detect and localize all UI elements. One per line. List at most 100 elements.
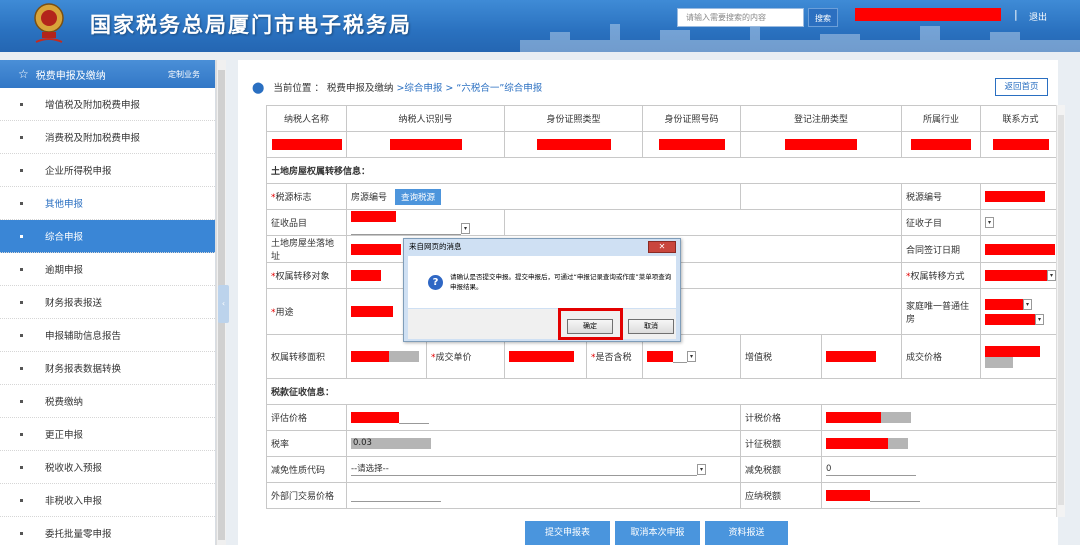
col-industry: 所属行业 bbox=[901, 105, 982, 132]
sidebar-item-batch-zero[interactable]: 委托批量零申报 bbox=[0, 517, 215, 545]
row-external-price: 外部门交易价格 应纳税额 bbox=[266, 482, 1060, 509]
collection-subitem-select[interactable]: ▾ bbox=[985, 217, 995, 228]
label-family-unique-house: 家庭唯一普通住房 bbox=[901, 288, 982, 335]
breadcrumb: ⬤ 当前位置 ： 税费申报及缴纳 >综合申报 > “六税合一”综合申报 bbox=[252, 80, 542, 94]
label-exemption-amount: 减免税额 bbox=[740, 456, 823, 483]
query-tax-source-button[interactable]: 查询税源 bbox=[395, 188, 442, 205]
exemption-amount-input[interactable]: 0 bbox=[826, 463, 917, 476]
transfer-area-input[interactable] bbox=[351, 351, 389, 362]
label-assessed-price: 评估价格 bbox=[266, 404, 347, 431]
redacted-value bbox=[389, 139, 462, 150]
top-header: 国家税务总局厦门市电子税务局 请输入需要搜索的内容 搜索 | 退出 bbox=[0, 0, 1080, 52]
sidebar-item-non-tax[interactable]: 非税收入申报 bbox=[0, 484, 215, 517]
sidebar-item-tax-payment[interactable]: 税费缴纳 bbox=[0, 385, 215, 418]
label-transfer-object: 权属转移对象 bbox=[275, 272, 330, 282]
logout-link[interactable]: 退出 bbox=[1029, 10, 1047, 23]
search-button[interactable]: 搜索 bbox=[808, 8, 838, 27]
bullet-icon bbox=[20, 432, 23, 436]
header-separator: | bbox=[1014, 8, 1018, 21]
tax-included-select[interactable] bbox=[647, 351, 674, 362]
sidebar-item-label: 企业所得税申报 bbox=[45, 166, 112, 177]
submit-declaration-button[interactable]: 提交申报表 bbox=[525, 521, 610, 545]
label-deal-price: 成交价格 bbox=[901, 334, 982, 379]
redacted-value bbox=[389, 351, 419, 362]
sidebar-item-label: 综合申报 bbox=[45, 232, 84, 243]
sidebar-item-consumption-tax[interactable]: 消费税及附加税费申报 bbox=[0, 121, 215, 154]
external-price-input[interactable] bbox=[351, 489, 441, 502]
transfer-method-select[interactable] bbox=[985, 270, 1048, 281]
sidebar-header[interactable]: ☆ 税费申报及缴纳 定制业务 bbox=[0, 60, 215, 88]
dropdown-arrow-icon[interactable]: ▾ bbox=[687, 351, 697, 362]
form-scrollbar[interactable] bbox=[1056, 105, 1065, 517]
col-id-type: 身份证照类型 bbox=[504, 105, 644, 132]
label-external-price: 外部门交易价格 bbox=[266, 482, 347, 509]
bullet-icon bbox=[20, 300, 23, 304]
deal-price-input[interactable] bbox=[985, 345, 1041, 357]
dialog-cancel-button[interactable]: 取消 bbox=[628, 319, 674, 334]
exemption-code-select[interactable]: --请选择-- bbox=[351, 463, 697, 476]
sidebar-item-comprehensive[interactable]: 综合申报 bbox=[0, 220, 215, 253]
sidebar-item-auxiliary-info[interactable]: 申报辅助信息报告 bbox=[0, 319, 215, 352]
search-input[interactable]: 请输入需要搜索的内容 bbox=[677, 8, 804, 27]
close-icon[interactable]: ✕ bbox=[648, 241, 676, 253]
assessed-price-input[interactable] bbox=[351, 412, 399, 423]
question-icon: ? bbox=[428, 275, 443, 290]
label-tax-source-flag: 税源标志 bbox=[275, 193, 312, 203]
cancel-declaration-button[interactable]: 取消本次申报 bbox=[615, 521, 700, 545]
custom-business-link[interactable]: 定制业务 bbox=[168, 69, 200, 80]
sidebar-title: 税费申报及缴纳 bbox=[35, 70, 106, 82]
sidebar-item-overdue[interactable]: 逾期申报 bbox=[0, 253, 215, 286]
select-field[interactable] bbox=[351, 222, 461, 235]
dialog-title: 来自网页的消息 bbox=[409, 242, 462, 251]
dropdown-arrow-icon[interactable]: ▾ bbox=[461, 222, 470, 234]
taxpayer-value-row bbox=[266, 131, 1060, 158]
label-collection-subitem: 征收子目 bbox=[901, 209, 982, 236]
label-tax-included: 是否含税 bbox=[595, 353, 632, 363]
select-field[interactable] bbox=[673, 350, 688, 363]
return-home-button[interactable]: 返回首页 bbox=[995, 78, 1048, 96]
col-taxpayer-id: 纳税人识别号 bbox=[345, 105, 506, 132]
sidebar-item-label: 申报辅助信息报告 bbox=[45, 331, 122, 342]
bullet-icon bbox=[20, 498, 23, 502]
sidebar-item-other[interactable]: 其他申报 bbox=[0, 187, 215, 220]
action-buttons: 提交申报表 取消本次申报 资料报送 bbox=[525, 521, 793, 545]
collection-item-select[interactable] bbox=[351, 210, 396, 222]
bullet-icon bbox=[20, 201, 23, 205]
vat-input[interactable] bbox=[826, 351, 877, 362]
row-collection-item: 征收品目 ▾ 征收子目 ▾ bbox=[266, 209, 1060, 236]
dropdown-arrow-icon[interactable]: ▾ bbox=[1023, 298, 1033, 310]
unit-price-input[interactable] bbox=[509, 351, 575, 362]
sidebar-item-label: 消费税及附加税费申报 bbox=[45, 133, 141, 144]
taxpayer-header-row: 纳税人名称 纳税人识别号 身份证照类型 身份证照号码 登记注册类型 所属行业 联… bbox=[266, 105, 1060, 132]
sidebar-item-correction[interactable]: 更正申报 bbox=[0, 418, 215, 451]
levy-amount-value bbox=[826, 438, 889, 449]
scrollbar-thumb[interactable] bbox=[1058, 115, 1064, 505]
sidebar-item-report-conversion[interactable]: 财务报表数据转换 bbox=[0, 352, 215, 385]
usage-select[interactable] bbox=[351, 306, 393, 317]
sidebar-item-financial-report[interactable]: 财务报表报送 bbox=[0, 286, 215, 319]
redacted-value bbox=[992, 139, 1049, 150]
submit-documents-button[interactable]: 资料报送 bbox=[705, 521, 788, 545]
taxable-price-input[interactable] bbox=[826, 412, 882, 423]
label-contract-date: 合同签订日期 bbox=[901, 235, 982, 263]
bullet-icon bbox=[20, 465, 23, 469]
dropdown-arrow-icon[interactable]: ▾ bbox=[1035, 313, 1045, 325]
label-transfer-method: 权属转移方式 bbox=[910, 272, 965, 282]
bullet-icon bbox=[20, 531, 23, 535]
redacted-value bbox=[271, 139, 342, 150]
sidebar-item-vat[interactable]: 增值税及附加税费申报 bbox=[0, 88, 215, 121]
family-unique-select[interactable] bbox=[985, 313, 1036, 325]
label-taxable-price: 计税价格 bbox=[740, 404, 823, 431]
dropdown-arrow-icon[interactable]: ▾ bbox=[697, 464, 706, 475]
row-tax-source: *税源标志 房源编号 查询税源 税源编号 bbox=[266, 183, 1060, 210]
sidebar-item-corporate-income-tax[interactable]: 企业所得税申报 bbox=[0, 154, 215, 187]
row-assessed-price: 评估价格 计税价格 bbox=[266, 404, 1060, 431]
dropdown-arrow-icon[interactable]: ▾ bbox=[1047, 270, 1057, 281]
breadcrumb-rest[interactable]: >综合申报 > “六税合一”综合申报 bbox=[396, 83, 542, 94]
label-tax-source-no: 税源编号 bbox=[901, 183, 982, 210]
redacted-value bbox=[985, 356, 1014, 368]
breadcrumb-level1[interactable]: 税费申报及缴纳 bbox=[327, 83, 394, 94]
sidebar-item-revenue-forecast[interactable]: 税收收入预报 bbox=[0, 451, 215, 484]
collapse-sidebar-icon[interactable]: ‹ bbox=[218, 285, 229, 323]
label-payable-tax: 应纳税额 bbox=[740, 482, 823, 509]
